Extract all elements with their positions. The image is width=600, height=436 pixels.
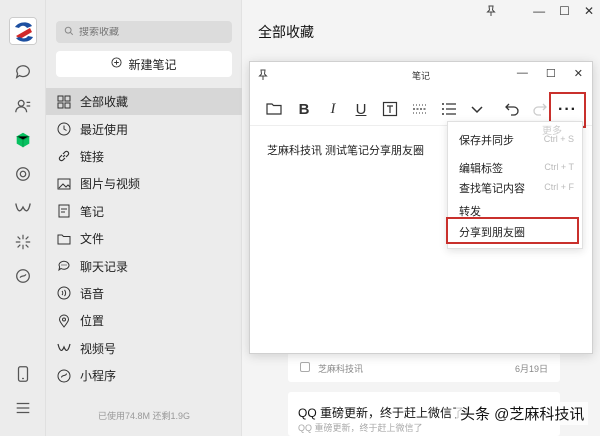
italic-icon[interactable]: I <box>322 98 344 120</box>
favorites-icon[interactable] <box>13 130 33 150</box>
window-controls: — ☐ ✕ <box>517 67 583 80</box>
search-input[interactable] <box>79 26 219 38</box>
sidebar-item-channels[interactable]: 视频号 <box>46 335 242 362</box>
phone-icon[interactable] <box>13 364 33 384</box>
chat-icon[interactable] <box>13 62 33 82</box>
category-list: 全部收藏 最近使用 链接 图片与视频 笔记 文件 聊天记录 语音 位置 视频号 … <box>46 88 242 389</box>
sidebar-item-files[interactable]: 文件 <box>46 225 242 252</box>
location-icon <box>56 313 72 329</box>
chevron-down-icon[interactable] <box>466 98 488 120</box>
nav-rail <box>0 0 46 436</box>
shortcut-label: Ctrl + T <box>544 162 574 172</box>
redo-icon[interactable] <box>529 98 551 120</box>
search-box[interactable] <box>56 21 232 43</box>
underline-icon[interactable]: U <box>350 98 372 120</box>
window-controls: — ☐ ✕ <box>533 4 594 18</box>
channels-icon[interactable] <box>13 198 33 218</box>
sidebar-item-label: 全部收藏 <box>80 95 129 110</box>
moments-icon[interactable] <box>13 164 33 184</box>
sidebar-item-voice[interactable]: 语音 <box>46 280 242 307</box>
list-item[interactable]: 芝麻科技讯 6月19日 <box>288 352 560 382</box>
channels-icon <box>56 340 72 356</box>
sidebar-item-label: 视频号 <box>80 341 117 356</box>
search-icon <box>64 25 74 39</box>
text-box-icon[interactable] <box>379 98 401 120</box>
menu-icon[interactable] <box>13 398 33 418</box>
item-date: 6月19日 <box>514 364 548 374</box>
sidebar-item-label: 图片与视频 <box>80 177 141 192</box>
storage-usage: 已使用74.8M 还剩1.9G <box>97 411 191 421</box>
highlight-box <box>446 217 579 244</box>
sidebar-item-notes[interactable]: 笔记 <box>46 198 242 225</box>
pin-icon[interactable] <box>486 5 496 17</box>
menu-item-label: 编辑标签 <box>459 163 503 175</box>
item-title: QQ 重磅更新，终于赶上微信了！ <box>298 406 477 420</box>
minimize-icon[interactable]: — <box>517 67 528 80</box>
close-icon[interactable]: ✕ <box>584 4 594 18</box>
search-spark-icon[interactable] <box>13 232 33 252</box>
note-icon <box>300 362 310 372</box>
contacts-icon[interactable] <box>13 96 33 116</box>
plus-circle-icon <box>111 57 123 71</box>
miniprogram-icon <box>56 368 72 384</box>
close-icon[interactable]: ✕ <box>574 67 583 80</box>
link-icon <box>56 148 72 164</box>
sidebar-item-links[interactable]: 链接 <box>46 143 242 170</box>
favorites-sidebar: 新建笔记 全部收藏 最近使用 链接 图片与视频 笔记 文件 聊天记录 <box>46 0 242 436</box>
new-note-button[interactable]: 新建笔记 <box>56 51 232 77</box>
sidebar-item-location[interactable]: 位置 <box>46 307 242 334</box>
sidebar-item-label: 文件 <box>80 232 105 247</box>
note-body[interactable]: 芝麻科技讯 测试笔记分享朋友圈 <box>267 142 424 158</box>
new-note-label: 新建笔记 <box>128 57 177 72</box>
image-icon <box>56 176 72 192</box>
sidebar-item-label: 最近使用 <box>80 122 129 137</box>
watermark: 头条 @芝麻科技讯 <box>456 402 589 425</box>
sidebar-item-media[interactable]: 图片与视频 <box>46 170 242 197</box>
sidebar-item-recent[interactable]: 最近使用 <box>46 115 242 142</box>
folder-icon <box>56 231 72 247</box>
note-icon <box>56 203 72 219</box>
bold-icon[interactable]: B <box>293 98 315 120</box>
minimize-icon[interactable]: — <box>533 4 545 18</box>
sidebar-item-label: 语音 <box>80 286 105 301</box>
undo-icon[interactable] <box>501 98 523 120</box>
list-icon[interactable] <box>438 98 460 120</box>
maximize-icon[interactable]: ☐ <box>559 4 570 18</box>
miniprogram-icon[interactable] <box>13 266 33 286</box>
shortcut-label: Ctrl + S <box>543 134 574 144</box>
avatar[interactable] <box>9 17 37 45</box>
menu-item-edit-tags[interactable]: 编辑标签 <box>459 160 503 176</box>
sidebar-item-label: 笔记 <box>80 204 105 219</box>
sidebar-item-label: 小程序 <box>80 369 117 384</box>
menu-item-label: 保存并同步 <box>459 135 514 147</box>
item-snippet: QQ 重磅更新，终于赶上微信了 <box>298 423 423 433</box>
maximize-icon[interactable]: ☐ <box>546 67 556 80</box>
item-source: 芝麻科技讯 <box>318 364 364 374</box>
sidebar-item-label: 聊天记录 <box>80 259 129 274</box>
sidebar-item-all[interactable]: 全部收藏 <box>46 88 242 116</box>
grid-icon <box>56 94 72 110</box>
page-title: 全部收藏 <box>258 24 314 40</box>
more-dropdown: 更多 保存并同步 Ctrl + S 编辑标签 Ctrl + T 查找笔记内容 C… <box>446 121 583 249</box>
menu-item-find[interactable]: 查找笔记内容 <box>459 180 525 196</box>
sidebar-item-label: 位置 <box>80 314 105 329</box>
voice-icon <box>56 285 72 301</box>
shortcut-label: Ctrl + F <box>544 182 574 192</box>
clock-icon <box>56 121 72 137</box>
sidebar-item-label: 链接 <box>80 149 105 164</box>
more-icon: ··· <box>558 101 577 118</box>
folder-icon[interactable] <box>263 98 285 120</box>
menu-item-label: 查找笔记内容 <box>459 183 525 195</box>
sidebar-item-miniprograms[interactable]: 小程序 <box>46 362 242 389</box>
menu-item-save-sync[interactable]: 保存并同步 <box>459 132 514 148</box>
chat-record-icon <box>56 258 72 274</box>
divider-icon[interactable] <box>409 98 431 120</box>
sidebar-item-chat-records[interactable]: 聊天记录 <box>46 252 242 279</box>
